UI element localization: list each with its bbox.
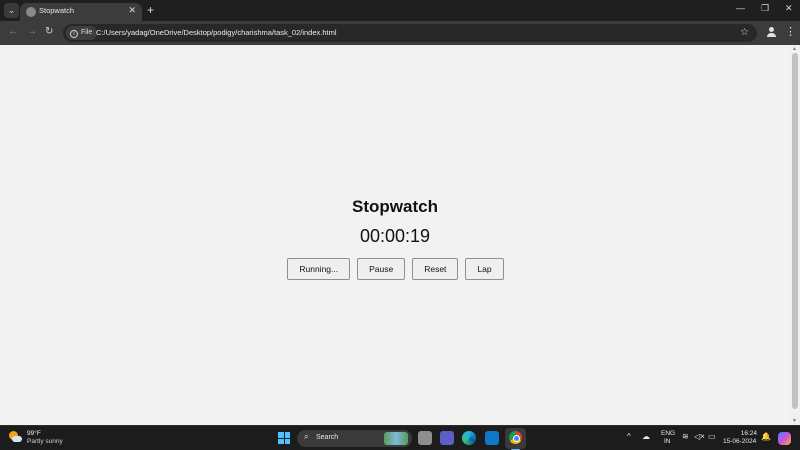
stopwatch-controls: Running... Pause Reset Lap [0, 258, 790, 281]
browser-toolbar: ← → ↻ i File C:/Users/yadag/OneDrive/Desk… [0, 21, 800, 45]
region-indicator[interactable]: IN [664, 438, 671, 445]
windows-start-icon[interactable] [278, 432, 290, 444]
vscode-icon[interactable] [485, 431, 499, 445]
search-highlight-icon [384, 432, 408, 445]
lap-button[interactable]: Lap [465, 258, 504, 280]
taskbar: 99°F Partly sunny ⌕ Search ^ ☁ ENG IN ≋ … [0, 425, 800, 450]
reload-icon[interactable]: ↻ [45, 26, 53, 37]
pause-button[interactable]: Pause [357, 258, 406, 280]
forward-icon[interactable]: → [27, 26, 37, 37]
bookmark-star-icon[interactable]: ☆ [740, 27, 749, 38]
clock-date[interactable]: 15-06-2024 [723, 438, 756, 445]
site-chip-label: File [81, 29, 93, 36]
search-icon: ⌕ [304, 432, 309, 441]
tab-close-icon[interactable]: ✕ [128, 5, 136, 16]
tab-stopwatch[interactable]: Stopwatch ✕ [20, 3, 142, 21]
notification-bell-icon[interactable]: 🔔 [761, 432, 771, 441]
globe-icon [26, 7, 36, 17]
profile-icon[interactable] [765, 26, 777, 38]
scroll-down-icon[interactable]: ▼ [792, 418, 797, 424]
search-label: Search [316, 434, 339, 441]
browser-tab-bar: ⌄ Stopwatch ✕ + — ❐ ✕ [0, 0, 800, 21]
edge-icon[interactable] [462, 431, 476, 445]
stopwatch-display: 00:00:19 [359, 226, 431, 246]
weather-desc[interactable]: Partly sunny [27, 438, 63, 445]
site-info-chip[interactable]: i File [66, 26, 98, 40]
start-button[interactable]: Running... [287, 258, 351, 280]
info-icon: i [70, 30, 78, 38]
weather-icon[interactable] [9, 431, 22, 444]
scroll-up-icon[interactable]: ▲ [792, 46, 797, 52]
clock-time[interactable]: 16:24 [735, 430, 757, 437]
tray-chevron-icon[interactable]: ^ [627, 432, 631, 441]
tab-search-button[interactable]: ⌄ [4, 3, 19, 18]
page-viewport: Stopwatch 00:00:19 Running... Pause Rese… [0, 45, 790, 425]
language-indicator[interactable]: ENG [661, 430, 675, 437]
file-explorer-icon[interactable] [418, 431, 432, 445]
reset-button[interactable]: Reset [412, 258, 459, 280]
onedrive-icon[interactable]: ☁ [642, 432, 650, 441]
tab-title: Stopwatch [39, 6, 75, 15]
weather-temp[interactable]: 99°F [27, 430, 41, 437]
chrome-icon [509, 431, 522, 444]
minimize-button[interactable]: — [736, 3, 745, 13]
back-icon[interactable]: ← [8, 26, 18, 37]
taskbar-search[interactable]: ⌕ Search [297, 430, 412, 447]
teams-icon[interactable] [440, 431, 454, 445]
new-tab-button[interactable]: + [147, 3, 154, 17]
copilot-icon[interactable] [778, 432, 791, 445]
browser-menu-icon[interactable]: ⋮ [785, 25, 796, 38]
volume-icon[interactable]: ◁× [694, 432, 705, 441]
url-text[interactable]: C:/Users/yadag/OneDrive/Desktop/podigy/c… [96, 28, 337, 37]
vertical-scrollbar[interactable]: ▲ ▼ [790, 45, 800, 425]
chrome-taskbar-button[interactable] [505, 428, 526, 449]
wifi-icon[interactable]: ≋ [682, 432, 689, 441]
address-bar[interactable]: i File C:/Users/yadag/OneDrive/Desktop/po… [63, 24, 757, 42]
close-window-button[interactable]: ✕ [785, 3, 793, 14]
stopwatch-title: Stopwatch [352, 197, 438, 216]
maximize-button[interactable]: ❐ [761, 3, 769, 14]
scroll-thumb[interactable] [792, 53, 798, 409]
battery-icon[interactable]: ▭ [708, 432, 716, 441]
